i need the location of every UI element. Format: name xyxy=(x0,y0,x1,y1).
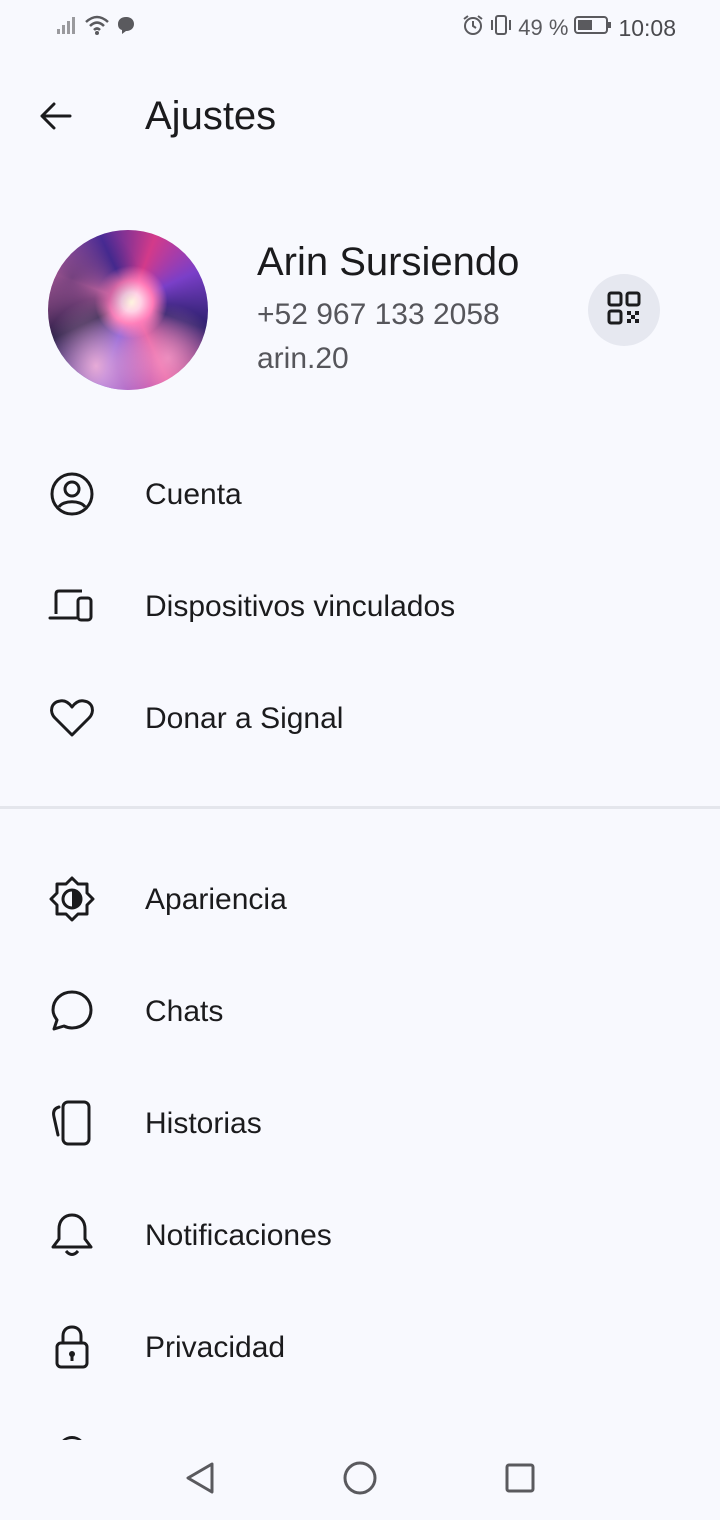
qr-code-icon xyxy=(606,290,642,331)
status-bar: 49 % 10:08 xyxy=(0,0,720,56)
menu-label: Notificaciones xyxy=(145,1219,332,1252)
stories-icon xyxy=(48,1099,96,1147)
nav-home-icon xyxy=(342,1460,378,1501)
section-divider xyxy=(0,806,720,809)
nav-back-button[interactable] xyxy=(180,1460,220,1500)
clock: 10:08 xyxy=(618,14,676,41)
profile-card[interactable]: Arin Sursiendo +52 967 133 2058 arin.20 xyxy=(0,228,720,394)
nav-recents-button[interactable] xyxy=(500,1460,540,1500)
back-button[interactable] xyxy=(32,94,80,142)
menu-item-apariencia[interactable]: Apariencia xyxy=(0,843,720,955)
menu-label: Privacidad xyxy=(145,1331,286,1364)
chat-bubble-icon xyxy=(48,987,96,1035)
profile-phone: +52 967 133 2058 xyxy=(257,298,500,331)
menu-item-notificaciones[interactable]: Notificaciones xyxy=(0,1179,720,1291)
menu-item-privacidad[interactable]: Privacidad xyxy=(0,1291,720,1403)
menu-item-historias[interactable]: Historias xyxy=(0,1067,720,1179)
nav-back-icon xyxy=(182,1460,218,1501)
status-left xyxy=(56,14,136,41)
menu-label: Historias xyxy=(145,1107,262,1140)
wifi-icon xyxy=(84,14,110,41)
menu-label: Chats xyxy=(145,995,224,1028)
appearance-icon xyxy=(48,875,96,923)
app-header: Ajustes xyxy=(0,80,720,156)
profile-name: Arin Sursiendo xyxy=(257,240,520,284)
menu-item-dispositivos-vinculados[interactable]: Dispositivos vinculados xyxy=(0,550,720,662)
profile-username: arin.20 xyxy=(257,342,349,375)
qr-code-button[interactable] xyxy=(588,274,660,346)
menu-item-chats[interactable]: Chats xyxy=(0,955,720,1067)
lock-icon xyxy=(48,1323,96,1371)
heart-icon xyxy=(48,694,96,742)
menu-item-donar[interactable]: Donar a Signal xyxy=(0,662,720,774)
menu-label: Cuenta xyxy=(145,478,242,511)
nav-recents-icon xyxy=(502,1460,538,1501)
menu-label: Dispositivos vinculados xyxy=(145,590,456,623)
battery-percent: 49 % xyxy=(518,15,569,40)
system-nav-bar xyxy=(0,1440,720,1520)
message-bubble-icon xyxy=(116,15,136,40)
page-title: Ajustes xyxy=(145,94,277,138)
signal-icon xyxy=(56,15,78,40)
menu-item-cuenta[interactable]: Cuenta xyxy=(0,438,720,550)
avatar[interactable] xyxy=(48,230,208,390)
linked-devices-icon xyxy=(48,582,96,630)
alarm-icon xyxy=(462,14,484,42)
battery-icon xyxy=(574,15,612,41)
menu-label: Donar a Signal xyxy=(145,702,344,735)
status-right: 49 % 10:08 xyxy=(462,14,676,42)
bell-icon xyxy=(48,1211,96,1259)
menu-label: Apariencia xyxy=(145,883,287,916)
back-arrow-icon xyxy=(36,96,76,141)
nav-home-button[interactable] xyxy=(340,1460,380,1500)
account-icon xyxy=(48,470,96,518)
vibrate-icon xyxy=(490,14,512,42)
